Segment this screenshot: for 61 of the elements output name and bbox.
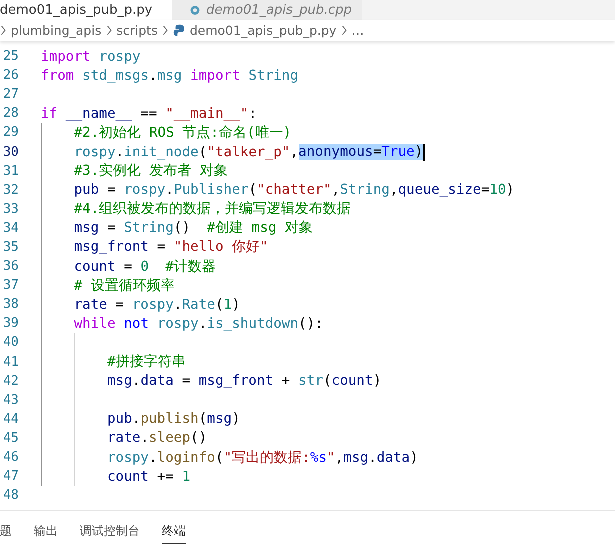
line-number: 31 bbox=[2, 164, 19, 179]
line-number: 48 bbox=[2, 488, 19, 504]
code-line: rate.sleep() bbox=[106, 430, 208, 446]
line-number: 41 bbox=[2, 354, 19, 370]
code-line: msg = String() #创建 msg 对象 bbox=[73, 219, 313, 238]
line-number: 37 bbox=[2, 278, 19, 294]
code-line: msg_front = "hello 你好" bbox=[73, 238, 268, 256]
line-number: 29 bbox=[2, 125, 19, 140]
code-line: #4.组织被发布的数据，并编写逻辑发布数据 bbox=[73, 200, 352, 218]
chevron-icon bbox=[0, 25, 7, 36]
code-line: rospy.init_node("talker_p",anonymous=True) bbox=[73, 144, 426, 161]
line-number: 36 bbox=[2, 259, 19, 274]
breadcrumb[interactable]: scripts bbox=[116, 23, 158, 38]
line-number: 38 bbox=[2, 297, 19, 312]
line-number: 25 bbox=[2, 49, 19, 64]
line-number: 39 bbox=[2, 316, 19, 332]
code-line: #拼接字符串 bbox=[106, 353, 186, 372]
code-line: from std_msgs.msg import String bbox=[41, 68, 299, 84]
text-cursor bbox=[423, 144, 426, 161]
editor-tab[interactable]: demo01_apis_pub_p.py bbox=[0, 0, 172, 20]
line-number: 27 bbox=[2, 87, 19, 102]
line-number: 43 bbox=[2, 392, 19, 408]
breadcrumb[interactable]: plumbing_apis bbox=[11, 23, 102, 38]
code-line: while not rospy.is_shutdown(): bbox=[73, 316, 324, 332]
line-number: 42 bbox=[2, 374, 19, 389]
panel-tab[interactable]: 调试控制台 bbox=[80, 518, 140, 544]
line-number: 45 bbox=[2, 430, 19, 446]
chevron-icon bbox=[162, 25, 169, 36]
code-line: #2.初始化 ROS 节点:命名(唯一) bbox=[73, 124, 292, 142]
line-number: 34 bbox=[2, 220, 19, 236]
code-line: rospy.loginfo("写出的数据:%s",msg.data) bbox=[106, 448, 418, 467]
line-number: 44 bbox=[2, 412, 19, 427]
line-number: 40 bbox=[2, 335, 19, 350]
code-line: #3.实例化 发布者 对象 bbox=[73, 162, 228, 180]
code-line: count += 1 bbox=[106, 468, 191, 485]
code-line: pub = rospy.Publisher("chatter",String,queue_size=10) bbox=[73, 182, 515, 198]
line-number: 47 bbox=[2, 469, 19, 484]
code-line: if __name__ == "__main__": bbox=[41, 106, 257, 122]
python-file-icon bbox=[172, 24, 186, 37]
code-line: # 设置循环频率 bbox=[73, 276, 175, 295]
breadcrumb[interactable]: … bbox=[352, 23, 364, 38]
panel-tab[interactable]: 终端 bbox=[162, 518, 186, 544]
editor-tab[interactable]: demo01_apis_pub.cpp bbox=[172, 0, 362, 20]
line-number: 30 bbox=[2, 144, 19, 160]
line-number: 46 bbox=[2, 450, 19, 466]
line-number: 26 bbox=[2, 68, 19, 84]
line-number: 28 bbox=[2, 106, 19, 122]
line-number: 33 bbox=[2, 202, 19, 217]
code-line: msg.data = msg_front + str(count) bbox=[106, 373, 382, 390]
line-number: 32 bbox=[2, 182, 19, 198]
breadcrumb[interactable]: demo01_apis_pub_p.py bbox=[190, 23, 337, 38]
chevron-icon bbox=[106, 25, 113, 36]
code-line: rate = rospy.Rate(1) bbox=[73, 296, 240, 313]
panel-tab[interactable]: 输出 bbox=[34, 518, 58, 544]
code-line: pub.publish(msg) bbox=[106, 411, 240, 428]
line-number: 35 bbox=[2, 240, 19, 255]
file-icon bbox=[190, 4, 200, 16]
code-line: import rospy bbox=[41, 48, 141, 65]
panel-tab[interactable]: 题 bbox=[0, 518, 12, 544]
code-line: count = 0 #计数器 bbox=[73, 258, 216, 276]
chevron-icon bbox=[340, 25, 348, 36]
